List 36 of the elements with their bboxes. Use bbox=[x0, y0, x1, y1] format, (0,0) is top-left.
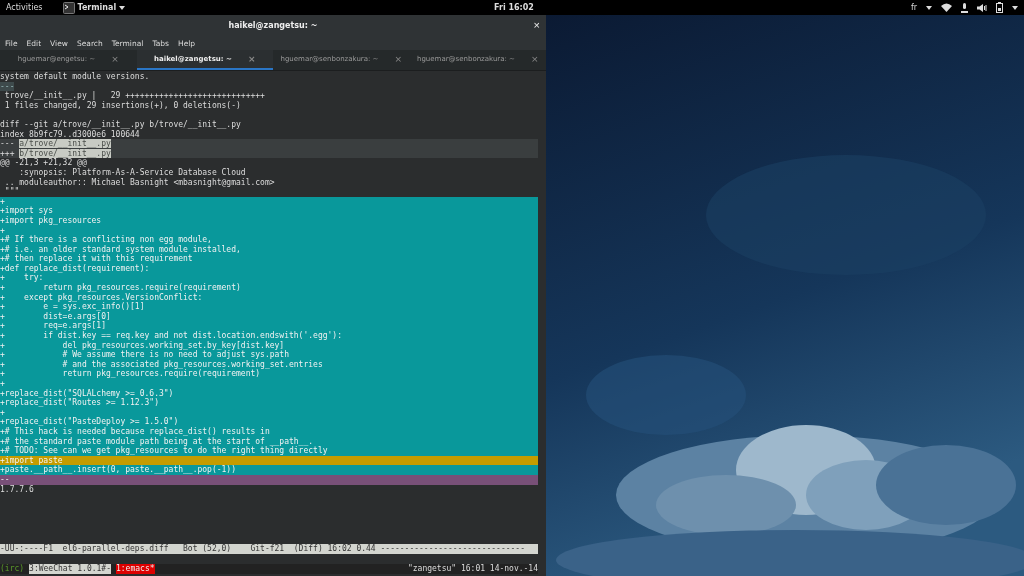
volume-icon[interactable] bbox=[977, 3, 987, 12]
text-line: 1 files changed, 29 insertions(+), 0 deletions(-) bbox=[3, 100, 241, 110]
text-line: :synopsis: Platform-As-A-Service Database Cloud bbox=[18, 167, 246, 177]
diff-file-marker: --- bbox=[0, 139, 15, 149]
text-line: trove/__init__.py | 29 +++++++++++++++++++++++++++++ bbox=[3, 91, 265, 101]
keyboard-layout-button[interactable]: fr bbox=[910, 3, 917, 12]
tab-close-button[interactable]: × bbox=[394, 54, 403, 64]
wifi-icon[interactable] bbox=[941, 3, 952, 12]
tab-close-button[interactable]: × bbox=[531, 54, 539, 64]
text-line: index 8b9fc79..d3000e6 100644 bbox=[0, 129, 140, 139]
tab-close-button[interactable]: × bbox=[247, 54, 256, 64]
text-line: """ bbox=[3, 187, 20, 197]
activities-button[interactable]: Activities bbox=[6, 3, 43, 12]
caret-icon[interactable] bbox=[119, 5, 126, 10]
window-tab[interactable]: 3:WeeChat 1.0.1#- bbox=[29, 564, 111, 574]
text-line: system default module versions. bbox=[0, 72, 150, 81]
microphone-icon[interactable] bbox=[961, 2, 968, 13]
window-tab[interactable]: 1:emacs* bbox=[116, 564, 155, 574]
text-line: @@ -21,3 +21,32 @@ bbox=[0, 158, 87, 168]
close-button[interactable]: × bbox=[533, 19, 540, 31]
caret-icon[interactable] bbox=[1012, 5, 1018, 10]
text-line: .. moduleauthor:: Michael Basnight <mbasnight@gmail.com> bbox=[3, 177, 275, 187]
separator-line-text: --- bbox=[0, 81, 15, 91]
diff-file-path: b/trove/__init__.py bbox=[19, 148, 111, 158]
clock[interactable]: Fri 16:02 bbox=[494, 3, 534, 12]
session-name: (irc) bbox=[0, 564, 25, 574]
tab-close-button[interactable]: × bbox=[111, 54, 119, 64]
app-menu-button[interactable]: Terminal bbox=[77, 3, 117, 12]
window-title: haikel@zangetsu: ~ bbox=[228, 21, 318, 30]
diff-file-marker: +++ bbox=[0, 148, 15, 158]
battery-icon[interactable] bbox=[996, 2, 1003, 13]
text-line: diff --git a/trove/__init__.py b/trove/__init__.py bbox=[0, 119, 241, 129]
text-line: 1.7.7.6 bbox=[0, 484, 34, 494]
diff-file-path: a/trove/__init__.py bbox=[19, 139, 111, 149]
status-text: "zangetsu" 16:01 14-nov.-14 bbox=[407, 564, 538, 574]
caret-icon[interactable] bbox=[926, 5, 932, 10]
